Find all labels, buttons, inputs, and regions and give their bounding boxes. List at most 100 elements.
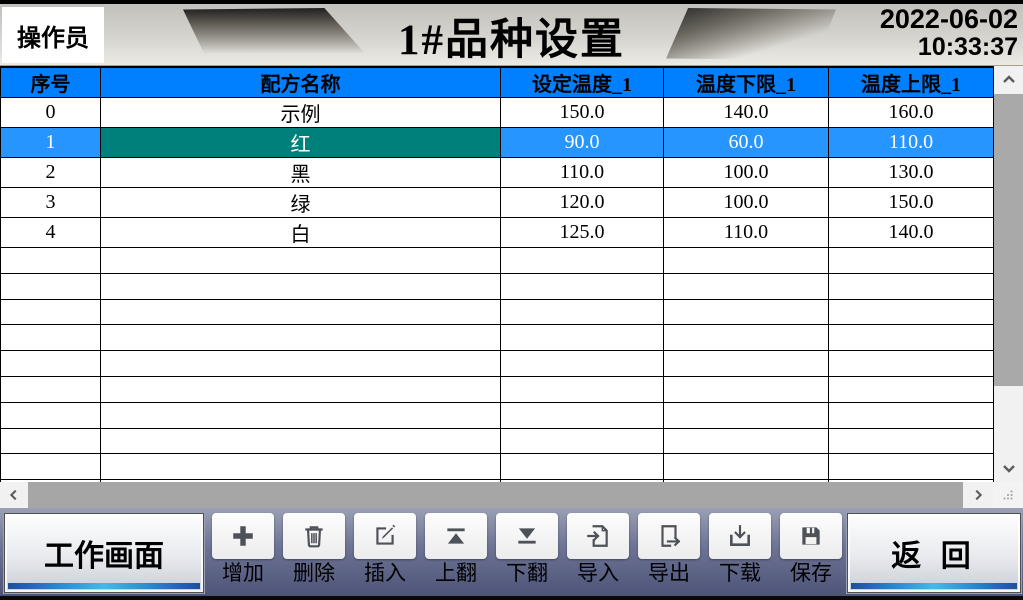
table-cell[interactable] bbox=[501, 351, 664, 377]
table-cell[interactable] bbox=[829, 402, 994, 428]
operator-level-button[interactable]: 操作员 bbox=[2, 7, 104, 63]
table-cell[interactable] bbox=[829, 248, 994, 274]
table-cell[interactable] bbox=[829, 325, 994, 351]
add-button[interactable]: 增加 bbox=[212, 513, 274, 584]
table-row[interactable]: 1红90.060.0110.0 bbox=[1, 128, 994, 158]
table-cell[interactable] bbox=[664, 428, 829, 454]
work-screen-button[interactable]: 工作画面 bbox=[4, 513, 204, 593]
table-cell[interactable] bbox=[664, 376, 829, 402]
table-cell[interactable] bbox=[1, 325, 101, 351]
table-cell[interactable]: 白 bbox=[101, 218, 501, 248]
table-cell[interactable] bbox=[1, 299, 101, 325]
table-row-empty[interactable] bbox=[1, 454, 994, 480]
table-cell[interactable] bbox=[501, 454, 664, 480]
table-cell[interactable]: 60.0 bbox=[664, 128, 829, 158]
table-cell[interactable]: 160.0 bbox=[829, 98, 994, 128]
horizontal-scrollbar[interactable] bbox=[0, 482, 1023, 508]
scroll-down-button[interactable] bbox=[994, 454, 1023, 482]
table-cell[interactable] bbox=[664, 248, 829, 274]
table-cell[interactable] bbox=[101, 299, 501, 325]
table-row[interactable]: 0示例150.0140.0160.0 bbox=[1, 98, 994, 128]
table-cell[interactable] bbox=[829, 376, 994, 402]
table-cell[interactable] bbox=[101, 248, 501, 274]
table-cell[interactable] bbox=[829, 273, 994, 299]
table-cell[interactable]: 150.0 bbox=[501, 98, 664, 128]
table-cell[interactable] bbox=[101, 402, 501, 428]
table-cell[interactable] bbox=[664, 402, 829, 428]
page-up-button[interactable]: 上翻 bbox=[425, 513, 487, 584]
table-cell[interactable] bbox=[1, 248, 101, 274]
table-row-empty[interactable] bbox=[1, 273, 994, 299]
table-cell[interactable]: 140.0 bbox=[664, 98, 829, 128]
export-button[interactable]: 导出 bbox=[638, 513, 700, 584]
table-cell[interactable]: 1 bbox=[1, 128, 101, 158]
page-down-button[interactable]: 下翻 bbox=[496, 513, 558, 584]
table-cell[interactable]: 100.0 bbox=[664, 188, 829, 218]
horizontal-scrollbar-track[interactable] bbox=[28, 482, 963, 508]
table-cell[interactable] bbox=[101, 351, 501, 377]
table-cell[interactable] bbox=[664, 273, 829, 299]
table-cell[interactable]: 3 bbox=[1, 188, 101, 218]
table-row-empty[interactable] bbox=[1, 248, 994, 274]
table-cell[interactable]: 黑 bbox=[101, 158, 501, 188]
table-cell[interactable] bbox=[1, 454, 101, 480]
table-cell[interactable] bbox=[829, 454, 994, 480]
table-cell[interactable]: 0 bbox=[1, 98, 101, 128]
table-cell[interactable]: 130.0 bbox=[829, 158, 994, 188]
table-cell[interactable] bbox=[1, 273, 101, 299]
table-cell[interactable]: 140.0 bbox=[829, 218, 994, 248]
table-cell[interactable] bbox=[664, 454, 829, 480]
table-cell[interactable] bbox=[501, 299, 664, 325]
table-cell[interactable] bbox=[664, 325, 829, 351]
delete-button[interactable]: 删除 bbox=[283, 513, 345, 584]
table-cell[interactable]: 150.0 bbox=[829, 188, 994, 218]
table-row-empty[interactable] bbox=[1, 299, 994, 325]
table-row-empty[interactable] bbox=[1, 325, 994, 351]
scroll-left-button[interactable] bbox=[0, 482, 28, 508]
table-cell[interactable] bbox=[501, 428, 664, 454]
scroll-right-button[interactable] bbox=[963, 482, 993, 508]
insert-button[interactable]: 插入 bbox=[354, 513, 416, 584]
table-cell[interactable] bbox=[1, 428, 101, 454]
table-cell[interactable]: 110.0 bbox=[829, 128, 994, 158]
table-cell[interactable]: 2 bbox=[1, 158, 101, 188]
import-button[interactable]: 导入 bbox=[567, 513, 629, 584]
table-cell[interactable] bbox=[101, 428, 501, 454]
table-row-empty[interactable] bbox=[1, 351, 994, 377]
table-cell[interactable] bbox=[501, 402, 664, 428]
table-cell[interactable] bbox=[501, 248, 664, 274]
table-cell[interactable] bbox=[664, 351, 829, 377]
scroll-up-button[interactable] bbox=[994, 66, 1023, 94]
table-cell[interactable] bbox=[829, 428, 994, 454]
table-row[interactable]: 4白125.0110.0140.0 bbox=[1, 218, 994, 248]
table-cell[interactable]: 4 bbox=[1, 218, 101, 248]
table-cell[interactable]: 110.0 bbox=[501, 158, 664, 188]
table-cell[interactable]: 120.0 bbox=[501, 188, 664, 218]
table-cell[interactable] bbox=[1, 376, 101, 402]
table-cell[interactable] bbox=[1, 351, 101, 377]
table-cell[interactable]: 绿 bbox=[101, 188, 501, 218]
save-button[interactable]: 保存 bbox=[780, 513, 842, 584]
table-row-empty[interactable] bbox=[1, 428, 994, 454]
table-cell[interactable]: 110.0 bbox=[664, 218, 829, 248]
table-cell[interactable] bbox=[829, 351, 994, 377]
return-button[interactable]: 返 回 bbox=[847, 513, 1021, 593]
table-cell[interactable] bbox=[501, 273, 664, 299]
table-row[interactable]: 3绿120.0100.0150.0 bbox=[1, 188, 994, 218]
download-button[interactable]: 下载 bbox=[709, 513, 771, 584]
table-cell[interactable] bbox=[1, 402, 101, 428]
table-cell[interactable] bbox=[101, 273, 501, 299]
table-row[interactable]: 2黑110.0100.0130.0 bbox=[1, 158, 994, 188]
table-cell[interactable] bbox=[664, 299, 829, 325]
table-row-empty[interactable] bbox=[1, 402, 994, 428]
resize-grip[interactable] bbox=[993, 482, 1023, 508]
vertical-scrollbar-thumb[interactable] bbox=[994, 94, 1023, 386]
table-cell[interactable]: 示例 bbox=[101, 98, 501, 128]
vertical-scrollbar[interactable] bbox=[993, 66, 1023, 482]
table-cell[interactable]: 红 bbox=[101, 128, 501, 158]
table-row-empty[interactable] bbox=[1, 376, 994, 402]
table-cell[interactable]: 125.0 bbox=[501, 218, 664, 248]
table-cell[interactable] bbox=[101, 376, 501, 402]
table-cell[interactable] bbox=[501, 376, 664, 402]
table-cell[interactable] bbox=[829, 299, 994, 325]
